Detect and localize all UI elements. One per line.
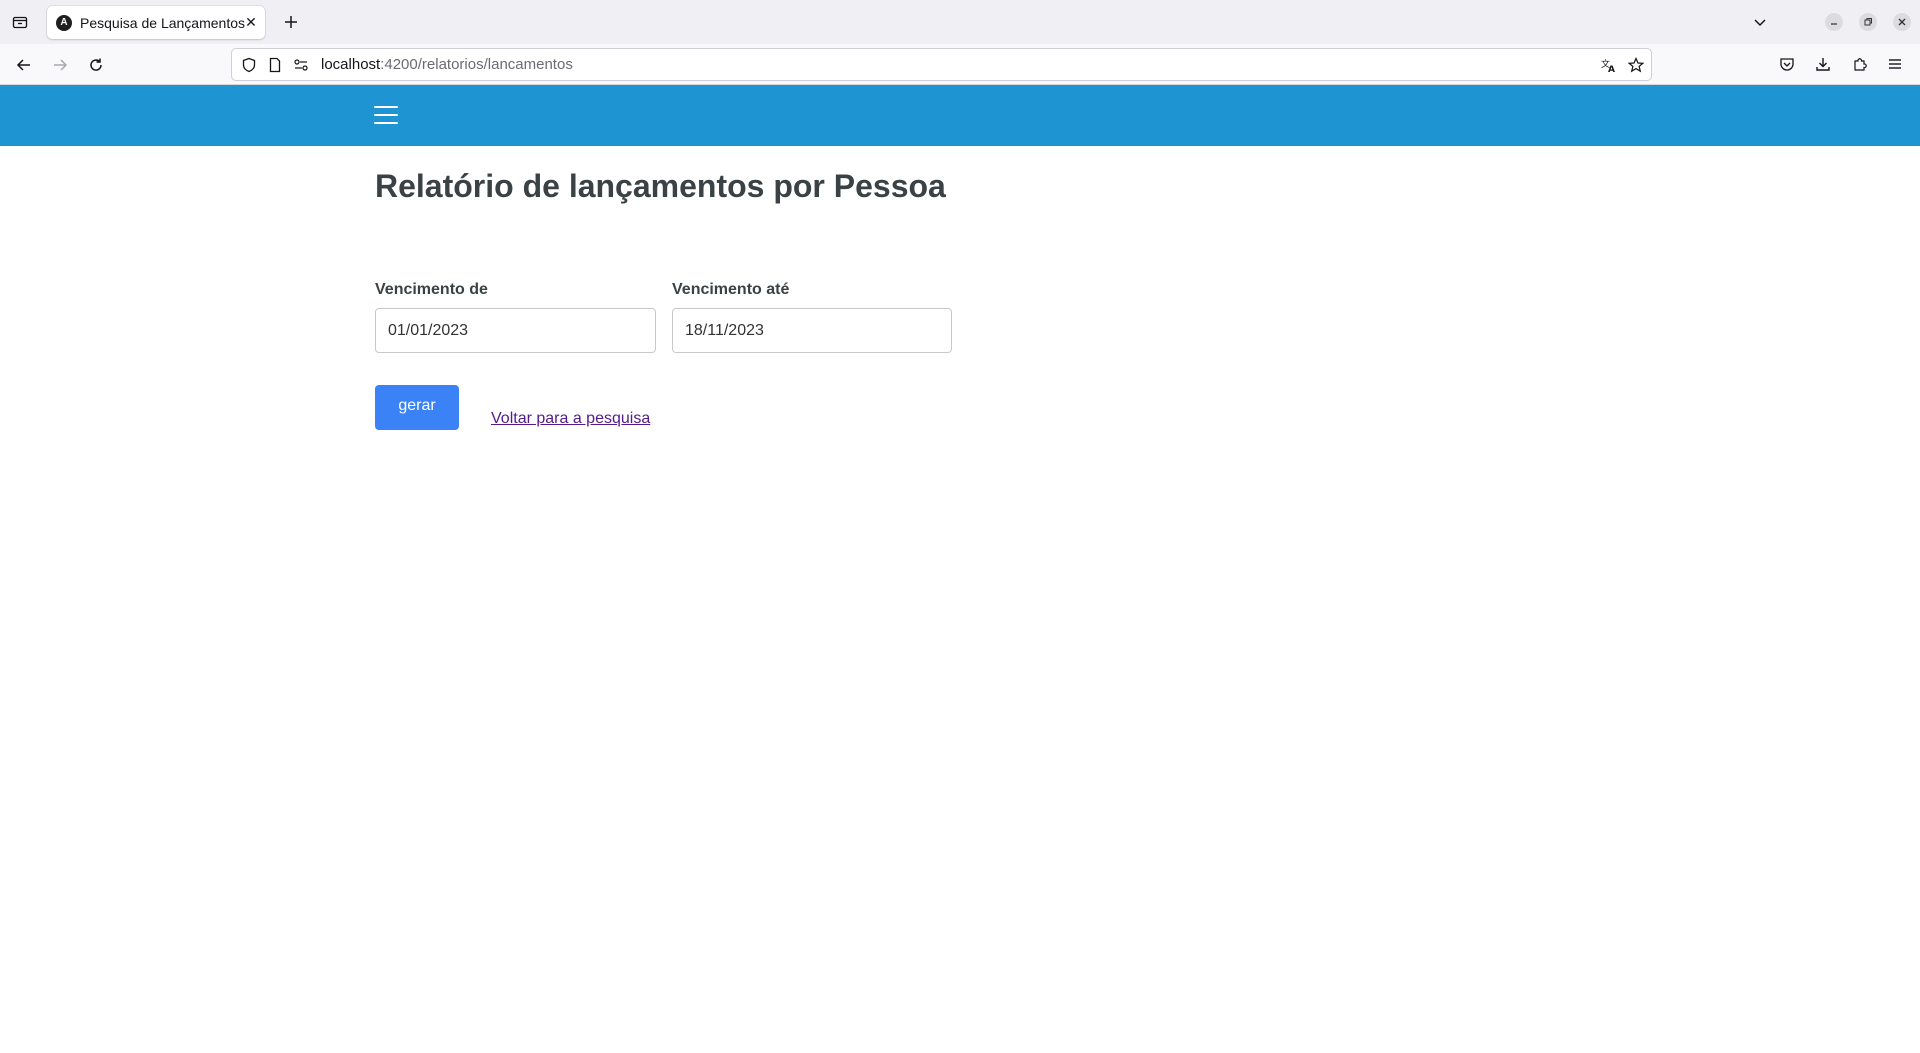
browser-tab-strip: A Pesquisa de Lançamentos ✕ [0,0,1920,44]
menu-toggle-button[interactable] [372,103,400,127]
reload-icon [90,58,102,71]
hamburger-menu-icon [1889,59,1901,69]
url-text[interactable]: localhost:4200/relatorios/lancamentos [321,56,573,73]
shield-icon[interactable] [241,57,257,73]
vencimento-ate-input[interactable] [672,308,952,353]
permissions-icon[interactable] [293,57,309,73]
menu-bar-icon [374,122,398,124]
browser-nav-bar: localhost:4200/relatorios/lancamentos 文A [0,44,1920,85]
svg-text:A: A [1608,65,1615,73]
close-window-button[interactable] [1893,13,1911,31]
restore-icon [1864,18,1872,26]
gerar-button[interactable]: gerar [375,385,459,430]
vencimento-de-label: Vencimento de [375,281,488,298]
tab-close-icon[interactable]: ✕ [243,14,259,30]
menu-bar-icon [374,106,398,108]
downloads-button[interactable] [1811,52,1835,76]
angular-icon: A [56,14,72,31]
voltar-pesquisa-link[interactable]: Voltar para a pesquisa [491,410,650,428]
tab-list-button[interactable] [6,10,34,34]
restore-window-button[interactable] [1859,13,1877,31]
download-icon [1816,58,1830,71]
menu-bar-icon [374,114,398,116]
pocket-button[interactable] [1775,52,1799,76]
forward-button[interactable] [47,52,73,78]
reload-button[interactable] [83,52,109,78]
url-path: :4200/relatorios/lancamentos [380,56,573,73]
bookmark-star-icon[interactable] [1628,57,1644,73]
list-all-tabs-button[interactable] [1748,10,1772,34]
app-menu-button[interactable] [1883,52,1907,76]
url-bar[interactable]: localhost:4200/relatorios/lancamentos 文A [231,48,1652,81]
puzzle-icon [1854,58,1867,71]
pocket-icon [1780,58,1794,71]
vencimento-ate-label: Vencimento até [672,281,790,298]
page-info-icon[interactable] [267,57,283,73]
arrow-right-icon [54,59,68,71]
vencimento-de-input[interactable] [375,308,656,353]
new-tab-button[interactable] [279,10,303,34]
extensions-button[interactable] [1848,52,1872,76]
browser-tab-active[interactable]: A Pesquisa de Lançamentos ✕ [47,6,265,39]
page-title: Relatório de lançamentos por Pessoa [375,168,946,204]
app-header [0,85,1920,146]
folder-tabs-icon [12,16,28,29]
url-host: localhost [321,56,381,73]
close-icon [1898,18,1906,26]
chevron-down-icon [1754,19,1766,27]
minimize-icon [1831,23,1837,25]
translate-icon[interactable]: 文A [1600,57,1616,73]
back-button[interactable] [11,52,37,78]
tab-title: Pesquisa de Lançamentos [80,14,245,31]
plus-icon [285,16,297,28]
minimize-window-button[interactable] [1825,13,1843,31]
arrow-left-icon [16,59,30,71]
